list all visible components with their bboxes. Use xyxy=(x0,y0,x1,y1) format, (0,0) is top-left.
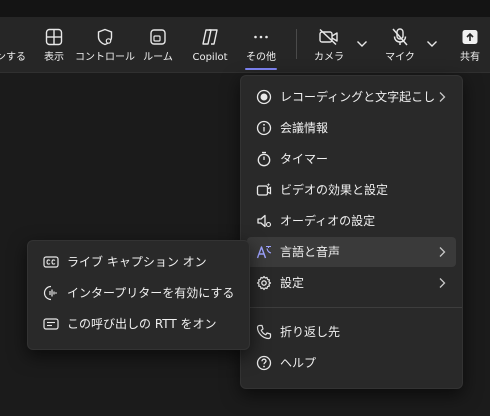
help-icon xyxy=(256,355,272,371)
hand-icon xyxy=(0,26,22,48)
toolbar-copilot-button[interactable]: Copilot xyxy=(190,17,230,72)
toolbar-rooms-button[interactable]: ルーム xyxy=(140,17,176,72)
chevron-right-icon xyxy=(439,247,446,257)
submenu-item-interpreter[interactable]: インタープリターを有効にする xyxy=(34,278,243,308)
menu-item-label: タイマー xyxy=(280,152,329,166)
info-icon xyxy=(256,120,272,136)
timer-icon xyxy=(256,151,272,167)
menu-item-language-speech[interactable]: 言語と音声 xyxy=(247,237,456,267)
rtt-icon xyxy=(43,316,59,332)
toolbar-label: Copilot xyxy=(192,51,228,63)
toolbar-raise-hand-button[interactable]: ンする xyxy=(0,17,28,72)
submenu-item-label: ライブ キャプション オン xyxy=(67,255,207,269)
toolbar-label: ンする xyxy=(0,51,26,63)
chevron-right-icon xyxy=(439,92,446,102)
menu-item-label: ビデオの効果と設定 xyxy=(280,183,389,197)
phone-callback-icon xyxy=(256,324,272,340)
toolbar-camera-button[interactable]: カメラ xyxy=(312,17,346,72)
submenu-item-live-captions[interactable]: ライブ キャプション オン xyxy=(34,247,243,277)
active-tab-indicator xyxy=(245,68,277,70)
camera-options-chevron-icon[interactable] xyxy=(355,37,369,51)
mic-off-icon xyxy=(389,26,411,48)
menu-item-recording[interactable]: レコーディングと文字起こし xyxy=(247,82,456,112)
toolbar-label: マイク xyxy=(385,51,415,63)
mic-options-chevron-icon[interactable] xyxy=(425,37,439,51)
chevron-right-icon xyxy=(439,278,446,288)
menu-item-help[interactable]: ヘルプ xyxy=(247,348,456,378)
menu-item-audio-settings[interactable]: オーディオの設定 xyxy=(247,206,456,236)
toolbar-share-button[interactable]: 共有 xyxy=(454,17,486,72)
menu-item-label: 折り返し先 xyxy=(280,325,341,339)
camera-off-icon xyxy=(318,26,340,48)
toolbar-divider xyxy=(296,29,297,59)
closed-caption-icon xyxy=(43,254,59,270)
submenu-item-label: インタープリターを有効にする xyxy=(67,286,235,300)
menu-item-video-effects[interactable]: ビデオの効果と設定 xyxy=(247,175,456,205)
toolbar-view-button[interactable]: 表示 xyxy=(37,17,71,72)
interpreter-icon xyxy=(43,285,59,301)
video-effects-icon xyxy=(256,182,272,198)
language-icon xyxy=(256,244,272,260)
toolbar-label: カメラ xyxy=(314,51,344,63)
toolbar-label: コントロール xyxy=(75,51,135,63)
toolbar-control-button[interactable]: コントロール xyxy=(75,17,135,72)
menu-item-label: 設定 xyxy=(280,276,305,290)
grid-view-icon xyxy=(43,26,65,48)
toolbar-more-button[interactable]: その他 xyxy=(241,17,281,72)
submenu-item-rtt[interactable]: この呼び出しの RTT をオン xyxy=(34,309,243,339)
toolbar-label: 共有 xyxy=(460,51,480,63)
toolbar-label: ルーム xyxy=(143,51,173,63)
menu-item-label: オーディオの設定 xyxy=(280,214,376,228)
toolbar-label: 表示 xyxy=(44,51,64,63)
toolbar-mic-button[interactable]: マイク xyxy=(383,17,417,72)
menu-divider xyxy=(241,307,462,308)
window-top-strip xyxy=(0,0,490,17)
menu-item-call-back[interactable]: 折り返し先 xyxy=(247,317,456,347)
menu-item-label: レコーディングと文字起こし xyxy=(280,90,436,104)
share-icon xyxy=(459,26,481,48)
menu-item-timer[interactable]: タイマー xyxy=(247,144,456,174)
menu-item-label: 会議情報 xyxy=(280,121,329,135)
speaker-icon xyxy=(256,213,272,229)
meeting-toolbar: ンする 表示 コントロール ルーム Copilot その他 カメラ マイク 共有 xyxy=(0,17,490,73)
menu-item-label: 言語と音声 xyxy=(280,245,341,259)
record-icon xyxy=(256,89,272,105)
more-icon xyxy=(250,26,272,48)
more-options-menu: レコーディングと文字起こし 会議情報 タイマー ビデオの効果と設定 オーディオの… xyxy=(240,75,463,389)
toolbar-label: その他 xyxy=(246,51,276,63)
menu-item-meeting-info[interactable]: 会議情報 xyxy=(247,113,456,143)
submenu-item-label: この呼び出しの RTT をオン xyxy=(67,317,217,331)
menu-item-settings[interactable]: 設定 xyxy=(247,268,456,298)
room-icon xyxy=(147,26,169,48)
settings-gear-icon xyxy=(256,275,272,291)
shield-control-icon xyxy=(94,26,116,48)
language-speech-submenu: ライブ キャプション オン インタープリターを有効にする この呼び出しの RTT… xyxy=(27,240,250,350)
menu-item-label: ヘルプ xyxy=(280,356,317,370)
copilot-icon xyxy=(199,26,221,48)
